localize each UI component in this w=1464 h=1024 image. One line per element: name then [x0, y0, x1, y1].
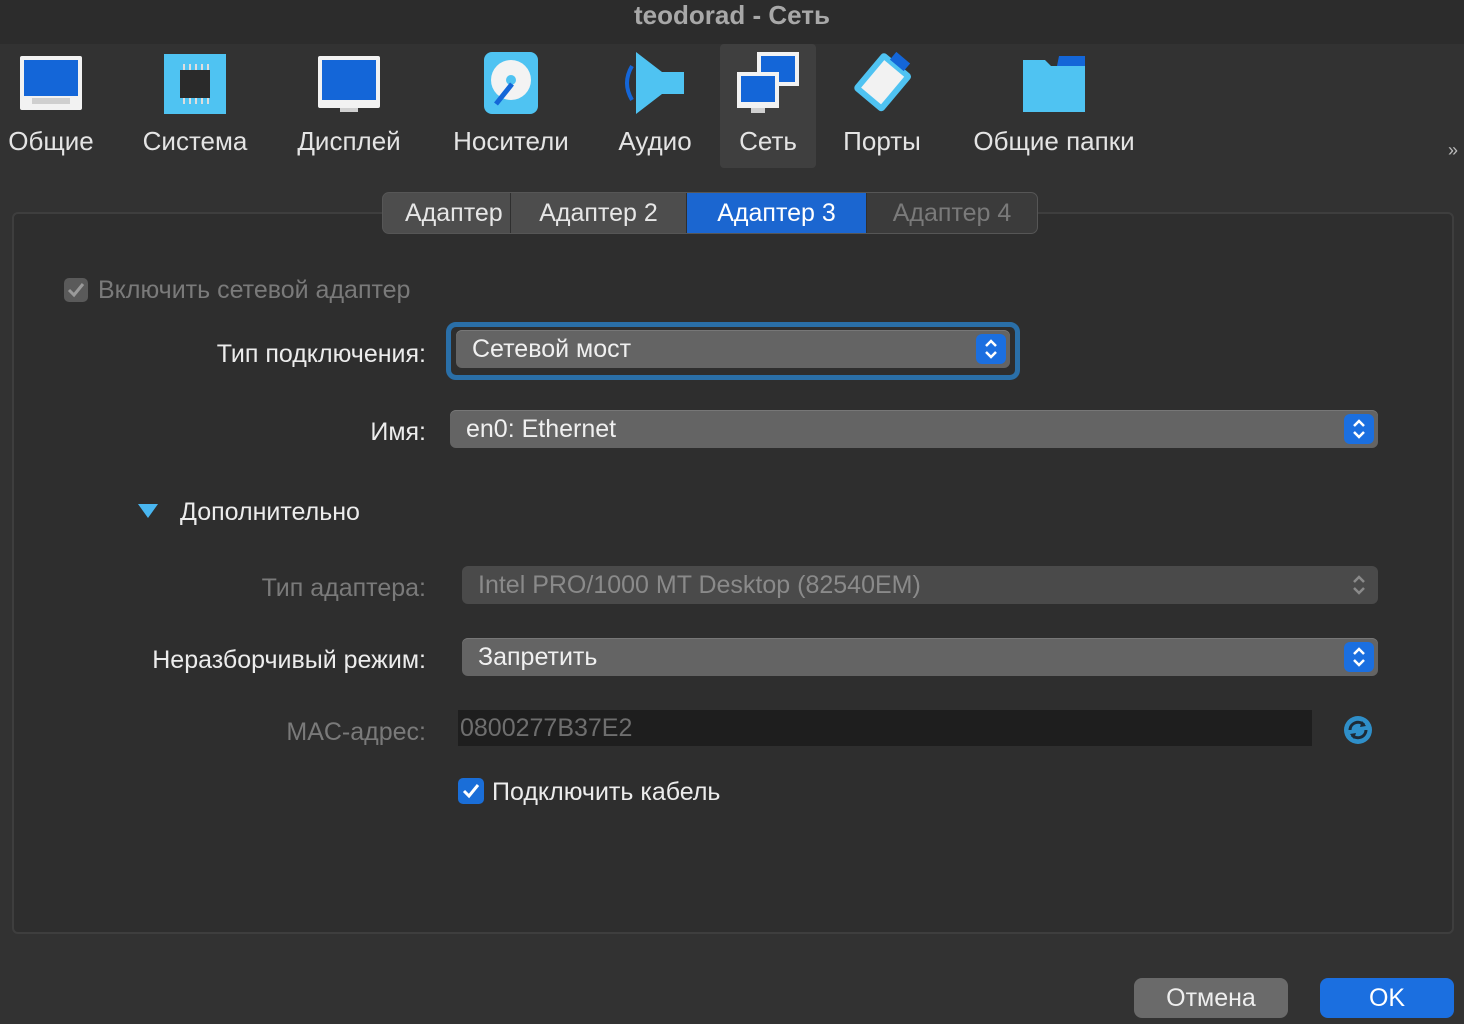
select-stepper-icon — [976, 334, 1006, 364]
checkmark-icon — [462, 784, 480, 799]
refresh-icon[interactable] — [1342, 714, 1374, 746]
toolbar-item-general[interactable]: Общие — [0, 44, 102, 168]
toolbar-label: Система — [142, 126, 248, 156]
cable-connected-label: Подключить кабель — [492, 778, 721, 806]
name-label: Имя: — [370, 418, 426, 446]
toolbar-label: Общие — [8, 126, 94, 156]
tab-adapter-3[interactable]: Адаптер 3 — [687, 193, 867, 233]
toolbar-overflow-icon[interactable]: » — [1448, 140, 1458, 161]
monitor-icon — [20, 56, 82, 110]
advanced-toggle[interactable]: Дополнительно — [180, 498, 360, 527]
settings-toolbar: Общие Система Дисплей Носители Аудио Сет… — [0, 44, 1464, 174]
promiscuous-select[interactable]: Запретить — [462, 638, 1378, 676]
toolbar-item-system[interactable]: Система — [134, 44, 256, 168]
network-icon — [737, 52, 799, 113]
toolbar-item-network[interactable]: Сеть — [720, 44, 816, 168]
display-icon — [318, 56, 380, 112]
adapter-type-select[interactable]: Intel PRO/1000 MT Desktop (82540EM) — [462, 566, 1378, 604]
speaker-icon — [625, 52, 684, 114]
toolbar-item-audio[interactable]: Аудио — [606, 44, 704, 168]
window-title: teodorad - Сеть — [634, 0, 830, 30]
tab-adapter-1[interactable]: Адаптер 1 — [383, 193, 511, 233]
adapter-type-value: Intel PRO/1000 MT Desktop (82540EM) — [478, 571, 921, 599]
toolbar-item-display[interactable]: Дисплей — [288, 44, 410, 168]
name-select[interactable]: en0: Ethernet — [450, 410, 1378, 448]
toolbar-label: Сеть — [739, 126, 797, 156]
toolbar-label: Порты — [843, 126, 921, 156]
cancel-button[interactable]: Отмена — [1134, 978, 1288, 1018]
ok-button[interactable]: OK — [1320, 978, 1454, 1018]
ports-icon — [854, 51, 911, 112]
toolbar-label: Носители — [453, 126, 569, 156]
enable-adapter-label: Включить сетевой адаптер — [98, 276, 411, 304]
toolbar-label: Дисплей — [297, 126, 401, 156]
folder-icon — [1023, 56, 1085, 112]
toolbar-item-storage[interactable]: Носители — [444, 44, 578, 168]
select-stepper-icon — [1344, 642, 1374, 672]
attached-to-select[interactable]: Сетевой мост — [456, 330, 1010, 368]
mac-address-field[interactable]: 0800277B37E2 — [458, 710, 1312, 746]
select-stepper-icon — [1344, 570, 1374, 600]
cable-connected-checkbox[interactable] — [458, 778, 484, 804]
toolbar-label: Общие папки — [973, 126, 1135, 156]
window-titlebar: teodorad - Сеть — [0, 0, 1464, 44]
tab-adapter-2[interactable]: Адаптер 2 — [511, 193, 687, 233]
adapter-type-label: Тип адаптера: — [261, 574, 426, 602]
enable-adapter-checkbox[interactable] — [64, 278, 88, 302]
disclosure-triangle-icon[interactable] — [136, 502, 160, 520]
attached-to-label: Тип подключения: — [216, 340, 426, 368]
toolbar-label: Аудио — [618, 126, 692, 156]
select-stepper-icon — [1344, 414, 1374, 444]
tab-adapter-4[interactable]: Адаптер 4 — [867, 193, 1037, 233]
disk-icon — [484, 52, 538, 114]
attached-to-value: Сетевой мост — [472, 335, 632, 363]
promiscuous-label: Неразборчивый режим: — [152, 646, 426, 674]
toolbar-item-shared-folders[interactable]: Общие папки — [962, 44, 1146, 168]
toolbar-item-ports[interactable]: Порты — [834, 44, 930, 168]
checkmark-icon — [67, 283, 85, 298]
mac-address-label: MAC-адрес: — [286, 718, 426, 746]
promiscuous-value: Запретить — [478, 643, 598, 671]
name-value: en0: Ethernet — [466, 415, 617, 443]
adapter-tabs: Адаптер 1 Адаптер 2 Адаптер 3 Адаптер 4 — [382, 192, 1038, 234]
chip-icon — [164, 54, 226, 114]
